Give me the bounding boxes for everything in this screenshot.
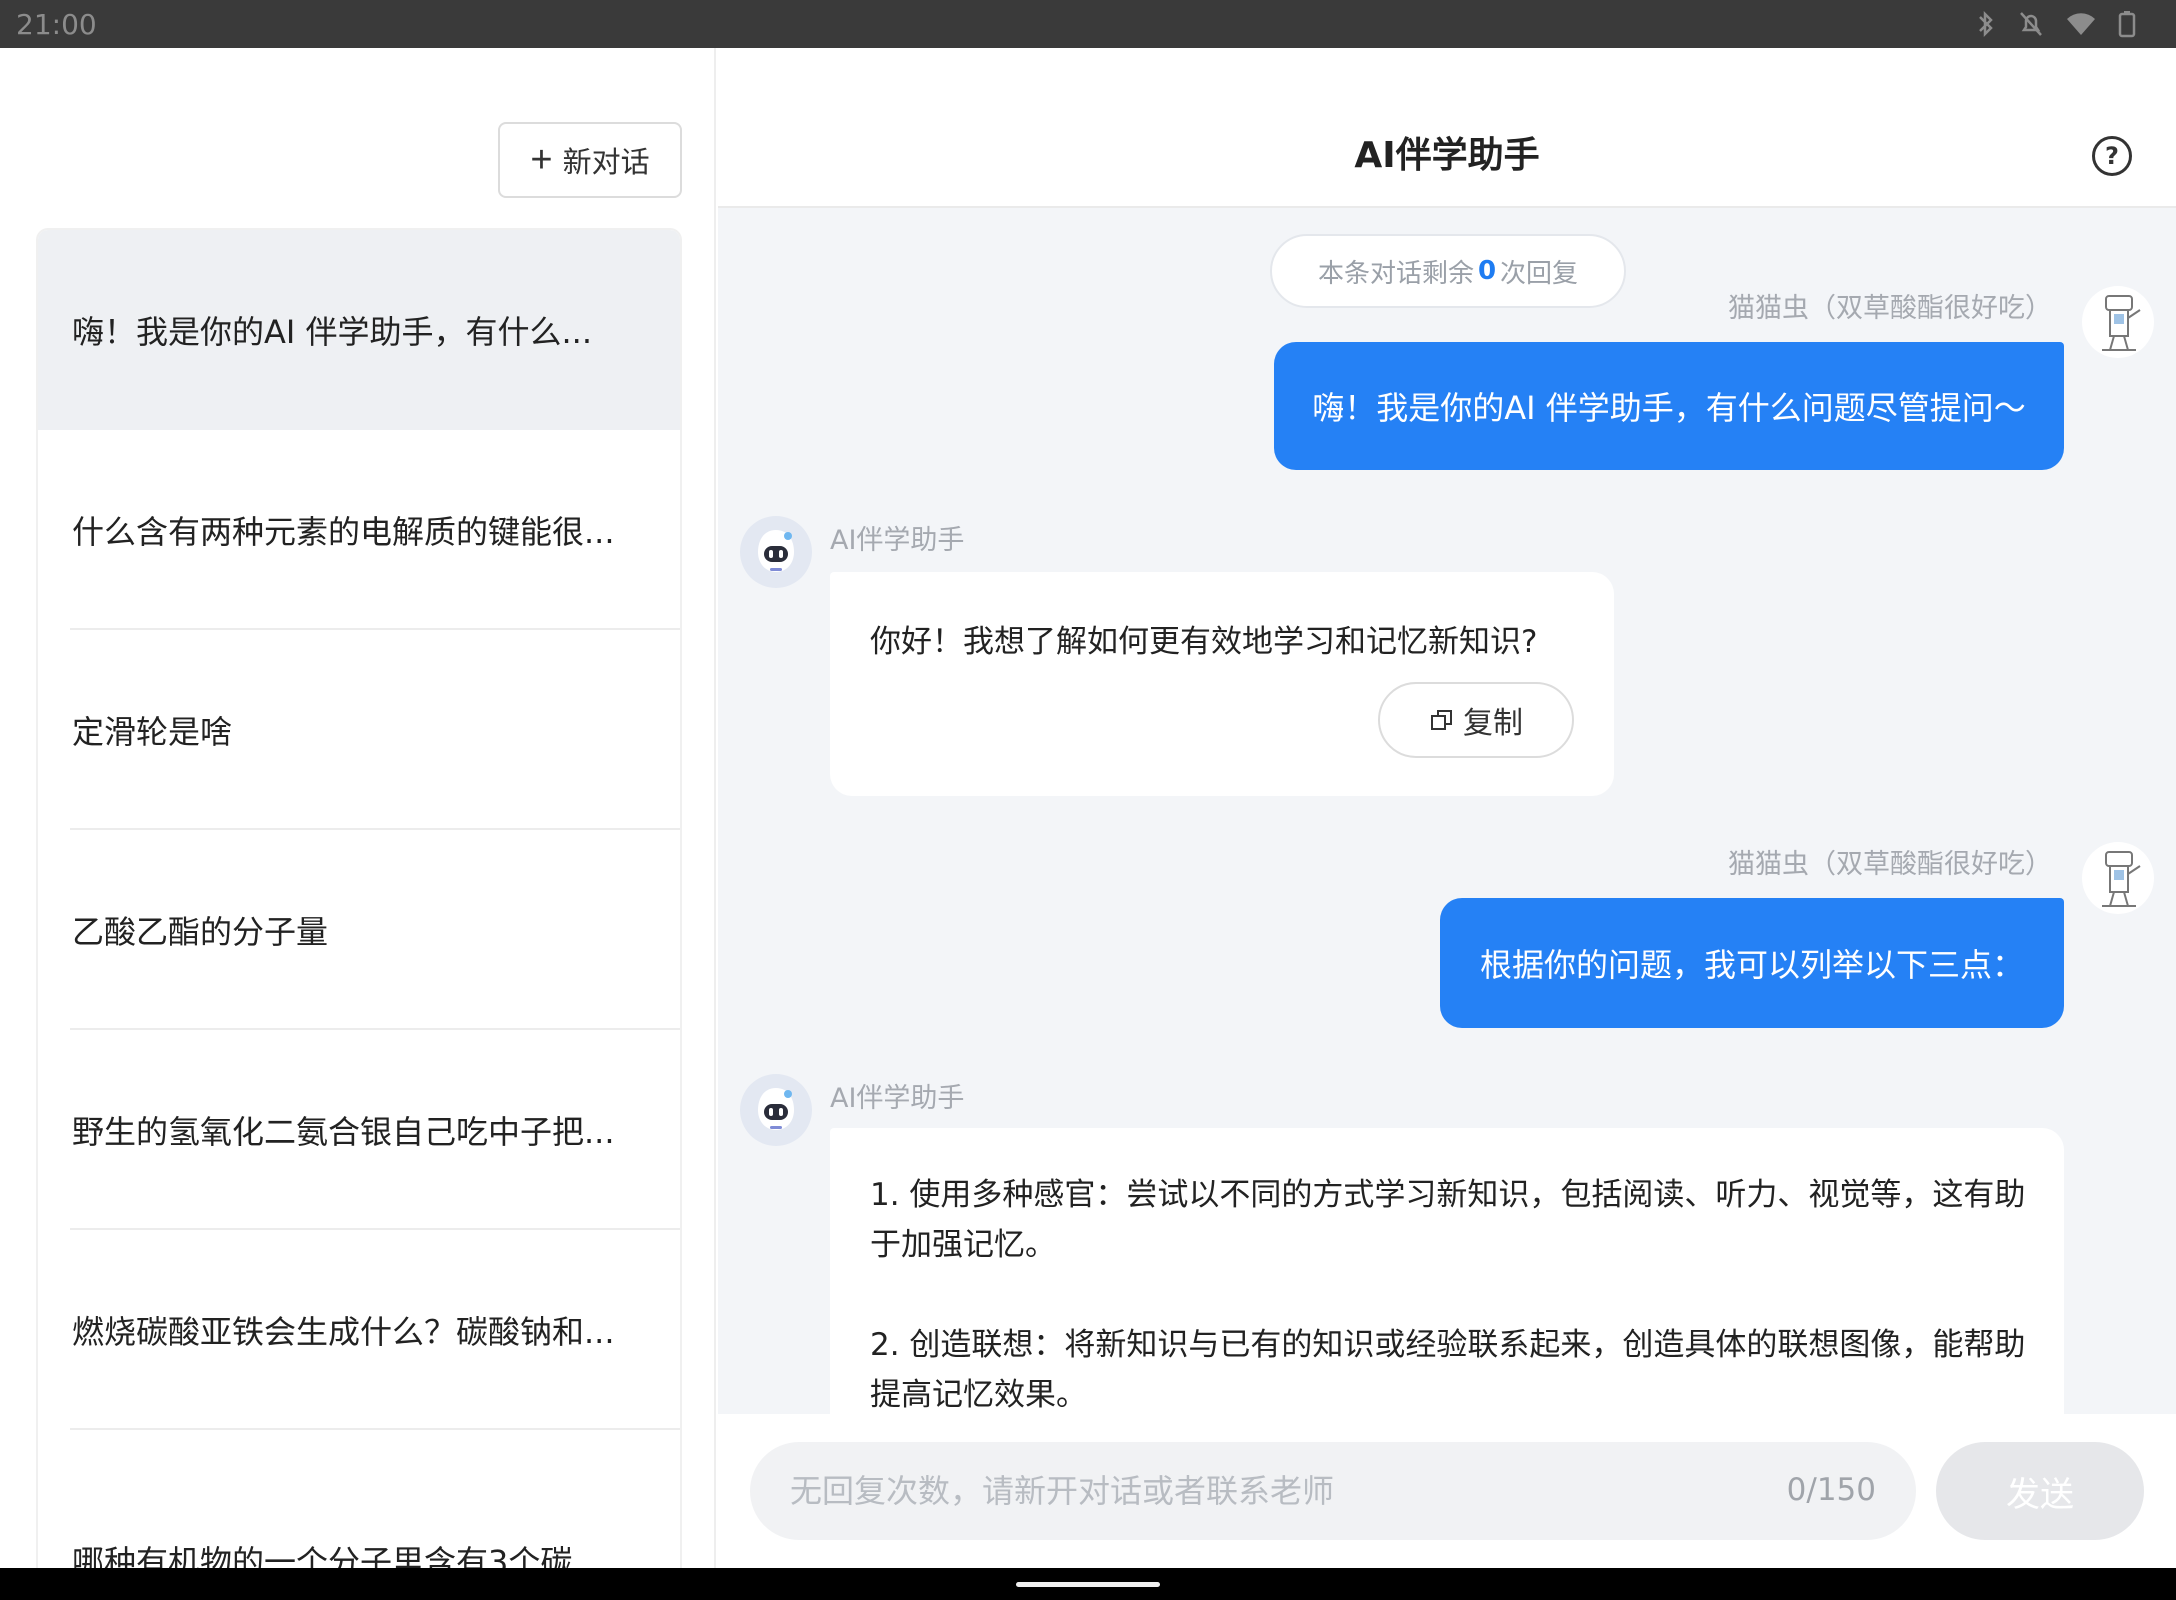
remaining-prefix: 本条对话剩余 <box>1317 258 1474 289</box>
user-avatar[interactable] <box>2082 286 2154 358</box>
chat-panel: AI伴学助手 ? 本条对话剩余 0 次回复 猫猫虫（双草酸酯很好吃） 嗨！我是你… <box>718 48 2176 1568</box>
status-time: 21:00 <box>16 8 97 41</box>
ai-avatar <box>740 516 812 588</box>
status-icons <box>1976 10 2136 38</box>
ai-paragraph: 2. 创造联想：将新知识与已有的知识或经验联系起来，创造具体的联想图像，能帮助提… <box>870 1327 2026 1413</box>
user-message-text: 嗨！我是你的AI 伴学助手，有什么问题尽管提问～ <box>1312 389 2026 427</box>
copy-icon <box>1431 710 1452 730</box>
wifi-icon <box>2066 11 2096 37</box>
message-input-container: 0/150 <box>750 1442 1916 1540</box>
remaining-suffix: 次回复 <box>1500 258 1579 289</box>
plus-icon: + <box>530 139 553 181</box>
ai-name: AI伴学助手 <box>830 525 965 556</box>
conversation-item[interactable]: 定滑轮是啥 <box>38 630 680 830</box>
user-name: 猫猫虫（双草酸酯很好吃） <box>1728 849 2052 880</box>
help-icon[interactable]: ? <box>2092 136 2132 176</box>
new-chat-label: 新对话 <box>562 147 650 179</box>
page-title: AI伴学助手 <box>1354 135 1540 176</box>
ai-message-bubble: 你好！我想了解如何更有效地学习和记忆新知识? 复制 <box>830 572 1614 796</box>
conversation-title: 嗨！我是你的AI 伴学助手，有什么... <box>72 313 593 351</box>
ai-paragraph: 1. 使用多种感官：尝试以不同的方式学习新知识，包括阅读、听力、视觉等，这有助于… <box>870 1177 2026 1263</box>
ai-message-bubble: 1. 使用多种感官：尝试以不同的方式学习新知识，包括阅读、听力、视觉等，这有助于… <box>830 1128 2064 1428</box>
conversation-item[interactable]: 野生的氢氧化二氨合银自己吃中子把... <box>38 1030 680 1230</box>
robot-sketch-icon <box>2102 851 2141 907</box>
home-handle[interactable] <box>1016 1582 1160 1587</box>
conversation-title: 燃烧碳酸亚铁会生成什么？碳酸钠和... <box>72 1313 615 1351</box>
conversation-item[interactable]: 哪种有机物的一个分子里含有3个碳... <box>38 1430 680 1568</box>
user-message-bubble: 嗨！我是你的AI 伴学助手，有什么问题尽管提问～ <box>1274 342 2064 470</box>
conversation-sidebar: + 新对话 嗨！我是你的AI 伴学助手，有什么... 什么含有两种元素的电解质的… <box>0 48 716 1568</box>
navigation-bar <box>0 1568 2176 1600</box>
send-button[interactable]: 发送 <box>1936 1442 2144 1540</box>
user-name: 猫猫虫（双草酸酯很好吃） <box>1728 293 2052 324</box>
battery-icon <box>2118 10 2136 38</box>
remaining-replies-badge: 本条对话剩余 0 次回复 <box>1270 234 1626 308</box>
ai-name: AI伴学助手 <box>830 1083 965 1114</box>
user-avatar[interactable] <box>2082 842 2154 914</box>
conversation-item[interactable]: 嗨！我是你的AI 伴学助手，有什么... <box>38 230 680 430</box>
ai-robot-icon <box>758 530 794 572</box>
conversation-title: 什么含有两种元素的电解质的键能很... <box>72 513 615 551</box>
conversation-title: 乙酸乙酯的分子量 <box>72 913 329 951</box>
ai-avatar <box>740 1074 812 1146</box>
conversation-item[interactable]: 乙酸乙酯的分子量 <box>38 830 680 1030</box>
notifications-off-icon <box>2018 10 2044 38</box>
user-message-bubble: 根据你的问题，我可以列举以下三点： <box>1440 898 2064 1028</box>
robot-sketch-icon <box>2102 295 2141 351</box>
copy-button[interactable]: 复制 <box>1378 682 1574 758</box>
user-message-text: 根据你的问题，我可以列举以下三点： <box>1479 946 2024 984</box>
conversation-title: 定滑轮是啥 <box>72 713 233 751</box>
ai-robot-icon <box>758 1088 794 1130</box>
conversation-item[interactable]: 什么含有两种元素的电解质的键能很... <box>38 430 680 630</box>
status-bar: 21:00 <box>0 0 2176 48</box>
remaining-count: 0 <box>1477 256 1497 286</box>
bluetooth-icon <box>1976 10 1996 38</box>
copy-label: 复制 <box>1463 707 1523 740</box>
conversation-title: 哪种有机物的一个分子里含有3个碳... <box>72 1543 603 1568</box>
ai-message-text: 你好！我想了解如何更有效地学习和记忆新知识? <box>870 624 1538 660</box>
conversation-title: 野生的氢氧化二氨合银自己吃中子把... <box>72 1113 615 1151</box>
char-counter: 0/150 <box>1786 1472 1876 1508</box>
conversation-list: 嗨！我是你的AI 伴学助手，有什么... 什么含有两种元素的电解质的键能很...… <box>36 228 682 1568</box>
chat-header: AI伴学助手 ? <box>718 48 2176 208</box>
conversation-item[interactable]: 燃烧碳酸亚铁会生成什么？碳酸钠和... <box>38 1230 680 1430</box>
input-bar: 0/150 发送 <box>718 1414 2176 1568</box>
new-chat-button[interactable]: + 新对话 <box>498 122 682 198</box>
help-symbol: ? <box>2105 142 2119 170</box>
message-input[interactable] <box>790 1442 1750 1540</box>
